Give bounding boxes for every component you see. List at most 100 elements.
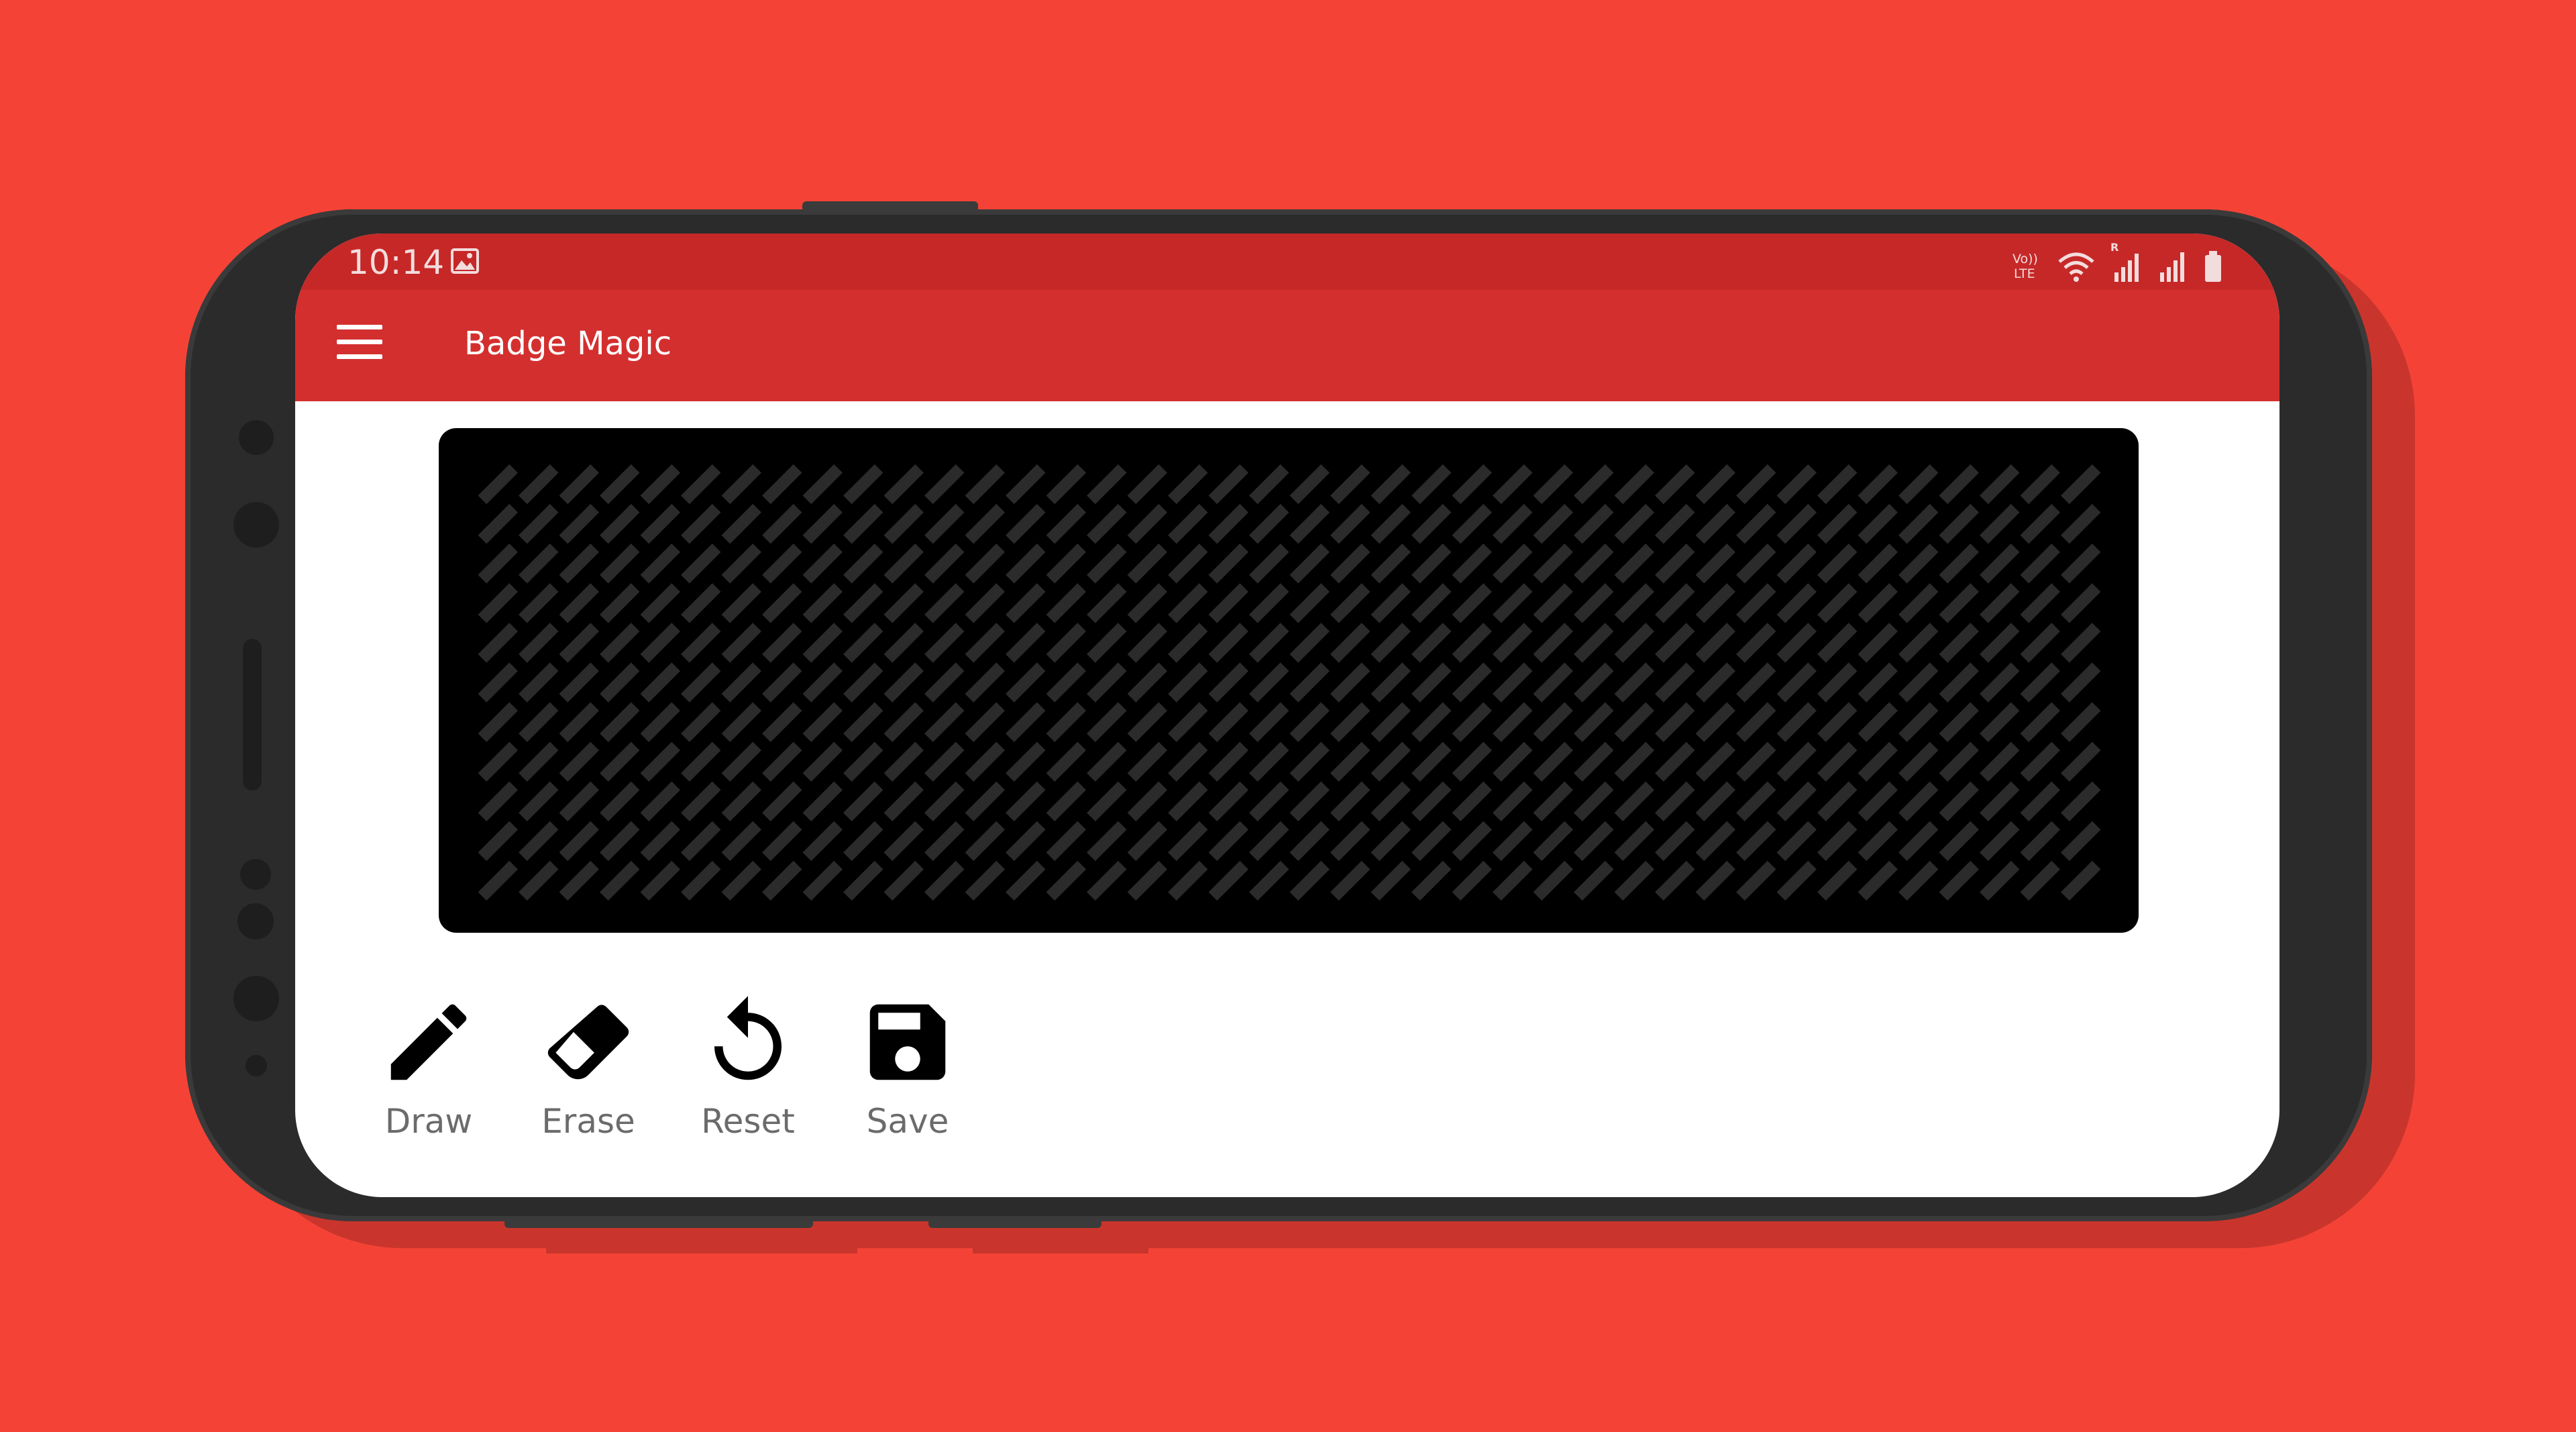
led-cell[interactable] (924, 702, 965, 742)
led-cell[interactable] (2020, 662, 2060, 703)
led-cell[interactable] (681, 464, 721, 505)
led-cell[interactable] (1046, 702, 1086, 742)
led-cell[interactable] (1533, 543, 1573, 584)
led-cell[interactable] (802, 583, 843, 623)
led-cell[interactable] (1736, 464, 1776, 505)
led-cell[interactable] (965, 702, 1005, 742)
led-cell[interactable] (1695, 543, 1735, 584)
led-cell[interactable] (965, 464, 1005, 505)
hamburger-menu-icon[interactable] (337, 323, 382, 364)
led-cell[interactable] (883, 860, 924, 901)
led-cell[interactable] (1330, 741, 1371, 782)
led-cell[interactable] (1776, 860, 1817, 901)
led-cell[interactable] (1006, 781, 1046, 822)
led-cell[interactable] (1168, 662, 1208, 703)
led-cell[interactable] (1939, 464, 1979, 505)
led-cell[interactable] (1249, 503, 1289, 544)
led-cell[interactable] (1858, 543, 1898, 584)
led-cell[interactable] (1655, 821, 1695, 862)
led-cell[interactable] (965, 503, 1005, 544)
led-cell[interactable] (1776, 543, 1817, 584)
led-cell[interactable] (1574, 503, 1614, 544)
led-cell[interactable] (519, 464, 559, 505)
led-cell[interactable] (1736, 503, 1776, 544)
led-cell[interactable] (883, 702, 924, 742)
led-cell[interactable] (1452, 821, 1492, 862)
led-cell[interactable] (1898, 503, 1939, 544)
led-cell[interactable] (640, 781, 680, 822)
led-cell[interactable] (1289, 583, 1330, 623)
led-cell[interactable] (1046, 503, 1086, 544)
led-cell[interactable] (681, 662, 721, 703)
led-cell[interactable] (1289, 821, 1330, 862)
led-cell[interactable] (600, 464, 640, 505)
led-cell[interactable] (1249, 860, 1289, 901)
led-cell[interactable] (802, 702, 843, 742)
led-cell[interactable] (1939, 623, 1979, 663)
led-cell[interactable] (1168, 583, 1208, 623)
led-cell[interactable] (1980, 860, 2020, 901)
led-cell[interactable] (1980, 741, 2020, 782)
led-cell[interactable] (1980, 662, 2020, 703)
led-cell[interactable] (1127, 860, 1167, 901)
led-cell[interactable] (883, 821, 924, 862)
led-cell[interactable] (600, 741, 640, 782)
led-cell[interactable] (478, 662, 518, 703)
led-cell[interactable] (1858, 741, 1898, 782)
led-cell[interactable] (1452, 702, 1492, 742)
led-cell[interactable] (883, 781, 924, 822)
led-cell[interactable] (1168, 543, 1208, 584)
led-cell[interactable] (1858, 623, 1898, 663)
led-cell[interactable] (1046, 662, 1086, 703)
led-cell[interactable] (965, 623, 1005, 663)
led-cell[interactable] (478, 464, 518, 505)
led-cell[interactable] (1655, 860, 1695, 901)
led-cell[interactable] (1736, 623, 1776, 663)
led-cell[interactable] (1655, 702, 1695, 742)
led-cell[interactable] (1249, 583, 1289, 623)
led-cell[interactable] (1776, 464, 1817, 505)
led-cell[interactable] (1208, 543, 1248, 584)
led-cell[interactable] (802, 821, 843, 862)
led-cell[interactable] (762, 662, 802, 703)
led-cell[interactable] (762, 860, 802, 901)
led-cell[interactable] (1533, 741, 1573, 782)
led-cell[interactable] (1776, 623, 1817, 663)
led-cell[interactable] (1858, 781, 1898, 822)
led-cell[interactable] (1127, 821, 1167, 862)
led-cell[interactable] (1330, 464, 1371, 505)
led-cell[interactable] (721, 543, 761, 584)
led-cell[interactable] (1736, 662, 1776, 703)
led-cell[interactable] (2061, 543, 2101, 584)
led-cell[interactable] (1371, 464, 1411, 505)
led-cell[interactable] (600, 583, 640, 623)
led-cell[interactable] (721, 662, 761, 703)
led-cell[interactable] (1371, 662, 1411, 703)
led-cell[interactable] (1817, 821, 1858, 862)
led-cell[interactable] (762, 503, 802, 544)
led-cell[interactable] (1452, 662, 1492, 703)
led-cell[interactable] (1533, 662, 1573, 703)
led-cell[interactable] (1858, 821, 1898, 862)
led-cell[interactable] (1980, 781, 2020, 822)
led-cell[interactable] (519, 860, 559, 901)
led-cell[interactable] (1817, 543, 1858, 584)
led-cell[interactable] (1574, 821, 1614, 862)
badge-led-grid[interactable] (439, 428, 2139, 933)
led-cell[interactable] (1817, 702, 1858, 742)
led-cell[interactable] (1939, 781, 1979, 822)
led-cell[interactable] (519, 543, 559, 584)
led-cell[interactable] (1046, 860, 1086, 901)
led-cell[interactable] (1411, 741, 1452, 782)
led-cell[interactable] (1087, 583, 1127, 623)
led-cell[interactable] (1208, 464, 1248, 505)
led-cell[interactable] (1371, 741, 1411, 782)
led-cell[interactable] (1289, 503, 1330, 544)
led-cell[interactable] (1817, 781, 1858, 822)
led-cell[interactable] (924, 623, 965, 663)
led-cell[interactable] (1371, 583, 1411, 623)
led-cell[interactable] (2020, 741, 2060, 782)
led-cell[interactable] (1655, 464, 1695, 505)
led-cell[interactable] (1898, 623, 1939, 663)
led-cell[interactable] (2061, 781, 2101, 822)
